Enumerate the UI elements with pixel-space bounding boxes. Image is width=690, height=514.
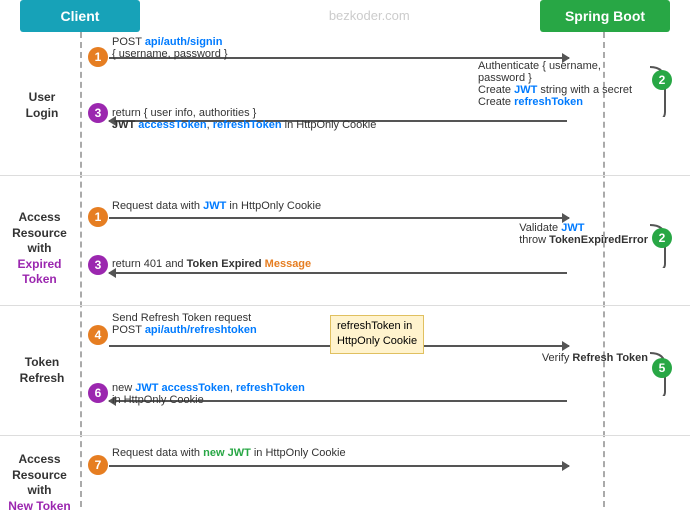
arrow-3-expired [109,272,567,274]
divider-3 [0,435,690,436]
badge-2-login: 2 [652,70,672,90]
arrow-1-expired [109,217,569,219]
diagram-container: bezkoder.com Client Spring Boot UserLogi… [0,0,690,510]
msg-7-new: Request data with new JWT in HttpOnly Co… [112,447,346,459]
header-client: Client [20,0,140,32]
section-token-refresh: TokenRefresh [2,355,82,386]
badge-2-expired: 2 [652,228,672,248]
token-box: refreshToken inHttpOnly Cookie [330,315,424,354]
arrow-7-new [109,465,569,467]
msg-2-login: Authenticate { username, password } Crea… [478,60,648,108]
section-user-login: UserLogin [2,90,82,121]
msg-2-expired: Validate JWT throw TokenExpiredError [519,222,648,246]
msg-6-refresh: new JWT accessToken, refreshToken in Htt… [112,382,305,406]
watermark: bezkoder.com [329,8,410,23]
badge-4-refresh: 4 [88,325,108,345]
badge-3-login: 3 [88,103,108,123]
section-access-expired: AccessResourcewith Expired Token [2,210,77,288]
msg-1-expired: Request data with JWT in HttpOnly Cookie [112,200,321,212]
badge-5-refresh: 5 [652,358,672,378]
badge-7-new: 7 [88,455,108,475]
badge-6-refresh: 6 [88,383,108,403]
divider-2 [0,305,690,306]
badge-3-expired: 3 [88,255,108,275]
divider-1 [0,175,690,176]
msg-4-refresh: Send Refresh Token request POST api/auth… [112,312,257,336]
msg-3-expired: return 401 and Token Expired Message [112,258,311,270]
header-spring: Spring Boot [540,0,670,32]
msg-3-login: return { user info, authorities } JWT ac… [112,107,376,131]
msg-1-login: POST api/auth/signin { username, passwor… [112,36,228,60]
section-access-new: AccessResource with New Token [2,452,77,514]
badge-1-login: 1 [88,47,108,67]
badge-1-expired: 1 [88,207,108,227]
